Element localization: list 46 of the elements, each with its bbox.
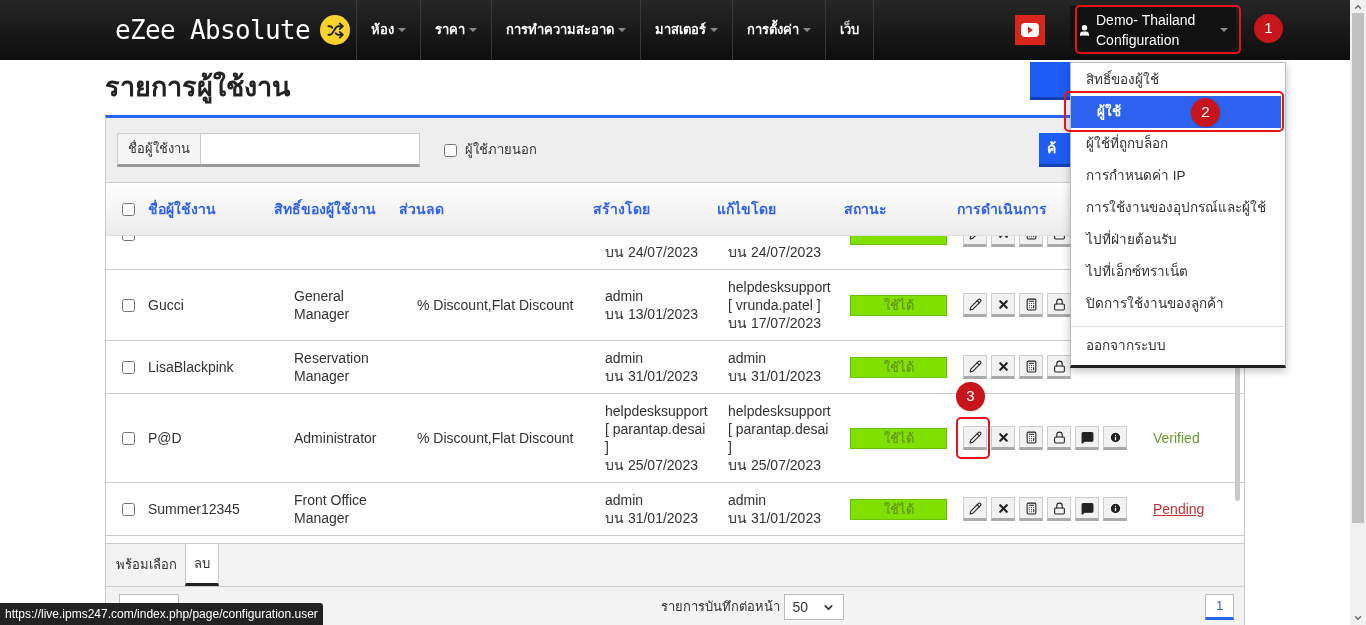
edited-by-text: บน 31/01/2023 — [728, 367, 822, 385]
created-by-text: admin — [605, 349, 645, 367]
username-cell: P@D — [148, 430, 182, 446]
role-cell-text: Administrator — [294, 429, 378, 447]
link-status-tooltip: https://live.ipms247.com/index.php/page/configuration.user — [0, 603, 323, 625]
username-cell: Gucci — [148, 297, 184, 313]
edited-by-text: helpdesksupport — [728, 278, 832, 296]
verified-label: Verified — [1153, 430, 1200, 446]
edited-by-text: admin — [728, 491, 768, 509]
role-cell-text: Manager — [294, 367, 351, 385]
edited-by-text: บน 25/07/2023 — [728, 456, 822, 474]
per-page-label: รายการบันทึกต่อหน้า — [660, 598, 780, 617]
created-by-text: บน 13/01/2023 — [605, 305, 699, 323]
field-label: ชื่อผู้ใช้งาน — [118, 134, 201, 164]
created-by-text: [ parantap.desai — [605, 420, 707, 438]
created-by-text: ] — [605, 438, 610, 456]
role-cell-text: General — [294, 287, 345, 305]
username-cell: LisaBlackpink — [148, 359, 234, 375]
edited-by-text: helpdesksupport — [728, 402, 832, 420]
edited-by-text: admin — [728, 349, 768, 367]
page-title: รายการผู้ใช้งาน — [105, 70, 290, 106]
edited-by-text: [ vrunda.patel ] — [728, 296, 822, 314]
created-by-text: admin — [605, 491, 645, 509]
created-by-text: helpdesksupport — [605, 402, 709, 420]
status-badge: ใช้ได้ — [850, 294, 947, 316]
created-by-text: บน 31/01/2023 — [605, 509, 699, 527]
edited-by-text: [ parantap.desai — [728, 420, 830, 438]
created-by-text: บน 31/01/2023 — [605, 367, 699, 385]
role-cell-text: Manager — [294, 509, 351, 527]
status-badge: ใช้ได้ — [850, 356, 947, 378]
discount-cell: % Discount,Flat Discount — [417, 430, 574, 446]
role-cell-text: Manager — [294, 305, 351, 323]
status-badge: ใช้ได้ — [850, 427, 947, 449]
edited-by-text: ] — [728, 438, 733, 456]
discount-cell: % Discount,Flat Discount — [417, 297, 574, 313]
checkbox-label: ผู้ใช้ภายนอก — [465, 141, 537, 160]
created-by-text: admin — [605, 287, 645, 305]
created-by-text: บน 24/07/2023 — [605, 243, 699, 261]
role-cell-text: Reservation — [294, 349, 370, 367]
status-badge: ใช้ได้ — [850, 498, 947, 520]
created-by-text: บน 25/07/2023 — [605, 456, 699, 474]
edited-by-text: บน 17/07/2023 — [728, 314, 822, 332]
role-cell-text: Front Office — [294, 491, 368, 509]
edited-by-text: บน 31/01/2023 — [728, 509, 822, 527]
username-cell: Summer12345 — [148, 501, 240, 517]
edited-by-text: บน 24/07/2023 — [728, 243, 822, 261]
